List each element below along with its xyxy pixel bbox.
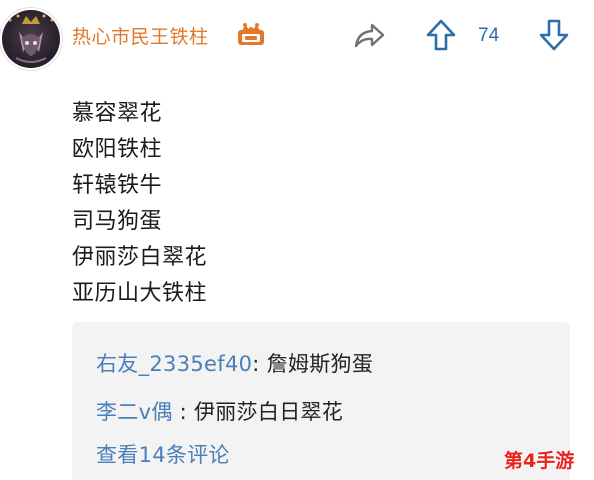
comment-separator: : [252,352,260,376]
avatar[interactable] [2,10,60,68]
comment-author[interactable]: 右友_2335ef40 [96,352,252,376]
comment-author[interactable]: 李二v偶 [96,400,173,424]
post-page: 热心市民王铁柱 74 慕容翠花 欧阳铁柱 轩辕铁牛 司马狗蛋 伊丽莎白翠花 亚历… [0,0,594,480]
comment-item[interactable]: 右友_2335ef40: 詹姆斯狗蛋 [96,348,373,378]
comment-text: 伊丽莎白日翠花 [194,400,344,424]
post-line: 欧阳铁柱 [72,137,163,162]
comment-separator: : [179,400,188,424]
post-line: 司马狗蛋 [72,209,163,234]
upvote-arrow-icon[interactable] [425,18,457,52]
post-header: 热心市民王铁柱 74 [0,0,594,80]
post-line: 慕容翠花 [72,101,163,126]
comment-text: 詹姆斯狗蛋 [266,352,374,376]
downvote-arrow-icon[interactable] [538,18,570,52]
post-line: 伊丽莎白翠花 [72,245,208,270]
vip-crown-badge-icon [238,23,264,45]
comment-item[interactable]: 李二v偶 : 伊丽莎白日翠花 [96,396,343,426]
comment-preview-box[interactable]: 右友_2335ef40: 詹姆斯狗蛋 李二v偶 : 伊丽莎白日翠花 查看14条评… [72,322,570,480]
post-line: 轩辕铁牛 [72,173,163,198]
view-all-comments-link[interactable]: 查看14条评论 [96,439,230,469]
avatar-face-icon [15,32,47,63]
username[interactable]: 热心市民王铁柱 [72,22,209,49]
post-line: 亚历山大铁柱 [72,281,208,306]
watermark: 第4手游 [504,450,575,472]
share-arrow-icon[interactable] [352,20,386,50]
vote-count: 74 [478,25,500,46]
post-content: 慕容翠花 欧阳铁柱 轩辕铁牛 司马狗蛋 伊丽莎白翠花 亚历山大铁柱 [72,96,552,312]
